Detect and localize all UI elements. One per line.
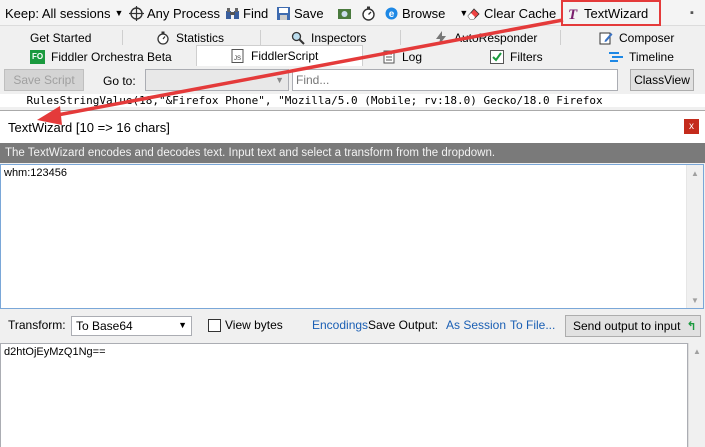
send-output-label: Send output to input (573, 319, 681, 333)
tab-label: Get Started (30, 30, 92, 45)
keep-sessions-label: Keep: All sessions (5, 5, 111, 21)
keep-sessions-dropdown[interactable]: Keep: All sessions ▼ (5, 3, 123, 23)
crosshair-icon (129, 5, 144, 21)
close-icon[interactable]: x (684, 119, 699, 134)
goto-dropdown[interactable]: ▼ (145, 69, 289, 91)
tab-log[interactable]: Log (382, 47, 422, 66)
classview-button[interactable]: ClassView (630, 69, 694, 91)
toolbar-overflow-icon[interactable]: ▪ (690, 3, 694, 23)
find-label: Find (243, 5, 269, 21)
fiddlerscript-toolbar: Save Script Go to: ▼ Find... ClassView (0, 66, 705, 94)
tab-composer[interactable]: Composer (599, 28, 674, 47)
ie-browser-icon: e (384, 6, 399, 21)
encodings-link[interactable]: Encodings (312, 318, 368, 332)
eraser-icon (466, 6, 481, 21)
tab-label: Composer (619, 30, 675, 45)
find-input[interactable]: Find... (292, 69, 618, 91)
tab-autoresponder[interactable]: AutoResponder (434, 28, 537, 47)
textwizard-description: The TextWizard encodes and decodes text.… (0, 143, 705, 163)
scroll-up-icon[interactable]: ▲ (687, 165, 703, 181)
fiddler-orchestra-icon: FO (30, 49, 45, 64)
as-session-link[interactable]: As Session (446, 318, 506, 332)
output-scrollbar[interactable]: ▲ (688, 343, 705, 447)
stopwatch-icon (156, 31, 170, 45)
send-output-to-input-button[interactable]: Send output to input ↰ (565, 315, 701, 337)
textwizard-titlebar: TextWizard [10 => 16 chars] x (0, 111, 705, 143)
chevron-down-icon: ▼ (275, 75, 284, 85)
binoculars-icon (225, 6, 240, 21)
script-code-line[interactable]: RulesStringValue(18,"&Firefox Phone", "M… (0, 94, 705, 107)
screenshot-button[interactable] (337, 3, 355, 23)
timeline-bars-icon (609, 50, 623, 64)
input-text: whm:123456 (4, 167, 67, 179)
browse-button[interactable]: e Browse ▼ (384, 3, 468, 23)
tab-get-started[interactable]: Get Started (30, 28, 91, 47)
textwizard-highlight-box (561, 0, 661, 26)
save-output-label: Save Output: (368, 318, 439, 332)
chevron-down-icon: ▼ (114, 8, 124, 18)
save-button[interactable]: Save (276, 3, 324, 23)
output-textarea[interactable]: d2htOjEyMzQ1Ng== (0, 343, 688, 447)
chevron-down-icon: ▼ (178, 320, 187, 330)
svg-text:JS: JS (234, 56, 241, 62)
tab-label: Inspectors (311, 30, 367, 45)
goto-label: Go to: (103, 74, 136, 88)
clear-cache-label: Clear Cache (484, 5, 557, 21)
tab-fiddler-orchestra[interactable]: FO Fiddler Orchestra Beta (30, 47, 172, 66)
save-label: Save (294, 5, 324, 21)
stopwatch-icon (361, 6, 376, 21)
tab-row-secondary: FO Fiddler Orchestra Beta JS FiddlerScri… (0, 45, 705, 66)
input-scrollbar[interactable]: ▲ ▼ (686, 165, 703, 308)
to-file-link[interactable]: To File... (510, 318, 555, 332)
scroll-up-icon[interactable]: ▲ (689, 343, 705, 359)
timer-button[interactable] (361, 3, 379, 23)
find-button[interactable]: Find (225, 3, 268, 23)
scroll-down-icon[interactable]: ▼ (687, 292, 703, 308)
any-process-button[interactable]: Any Process (129, 3, 220, 23)
transform-select[interactable]: To Base64 ▼ (71, 316, 192, 336)
output-text: d2htOjEyMzQ1Ng== (4, 346, 106, 358)
tab-label: Log (402, 49, 423, 64)
clear-cache-button[interactable]: Clear Cache (466, 3, 556, 23)
transform-label: Transform: (8, 318, 66, 332)
view-bytes-label: View bytes (225, 318, 283, 332)
tab-fiddlerscript-active[interactable]: JS FiddlerScript (196, 45, 363, 66)
textwizard-title: TextWizard [10 => 16 chars] (8, 119, 170, 135)
tab-label: FiddlerScript (251, 49, 319, 63)
any-process-label: Any Process (147, 5, 220, 21)
save-icon (276, 6, 291, 21)
tab-timeline[interactable]: Timeline (609, 47, 674, 66)
textwizard-window: TextWizard [10 => 16 chars] x The TextWi… (0, 110, 705, 447)
log-document-icon (382, 50, 396, 64)
lightning-icon (434, 30, 448, 45)
tab-label: Timeline (629, 49, 674, 64)
tab-label: Fiddler Orchestra Beta (51, 49, 172, 64)
input-textarea[interactable]: whm:123456 ▲ ▼ (0, 164, 704, 309)
checkbox-checked-icon (490, 49, 504, 64)
tab-filters[interactable]: Filters (490, 47, 543, 66)
transform-options-row: Transform: To Base64 ▼ View bytes Encodi… (0, 313, 705, 339)
camera-icon (337, 6, 352, 21)
pencil-edit-icon (599, 31, 613, 45)
tab-label: Statistics (176, 30, 225, 45)
tab-label: Filters (510, 49, 543, 64)
svg-text:e: e (389, 9, 395, 20)
js-script-icon: JS (231, 49, 245, 63)
magnifier-icon (291, 31, 305, 45)
view-bytes-checkbox[interactable] (208, 319, 221, 332)
save-script-button[interactable]: Save Script (4, 69, 84, 91)
tab-label: AutoResponder (454, 30, 538, 45)
transform-value: To Base64 (76, 319, 133, 333)
return-arrow-icon: ↰ (686, 319, 697, 333)
browse-label: Browse (402, 5, 446, 21)
main-toolbar: Keep: All sessions ▼ Any Process Find Sa… (0, 0, 705, 26)
